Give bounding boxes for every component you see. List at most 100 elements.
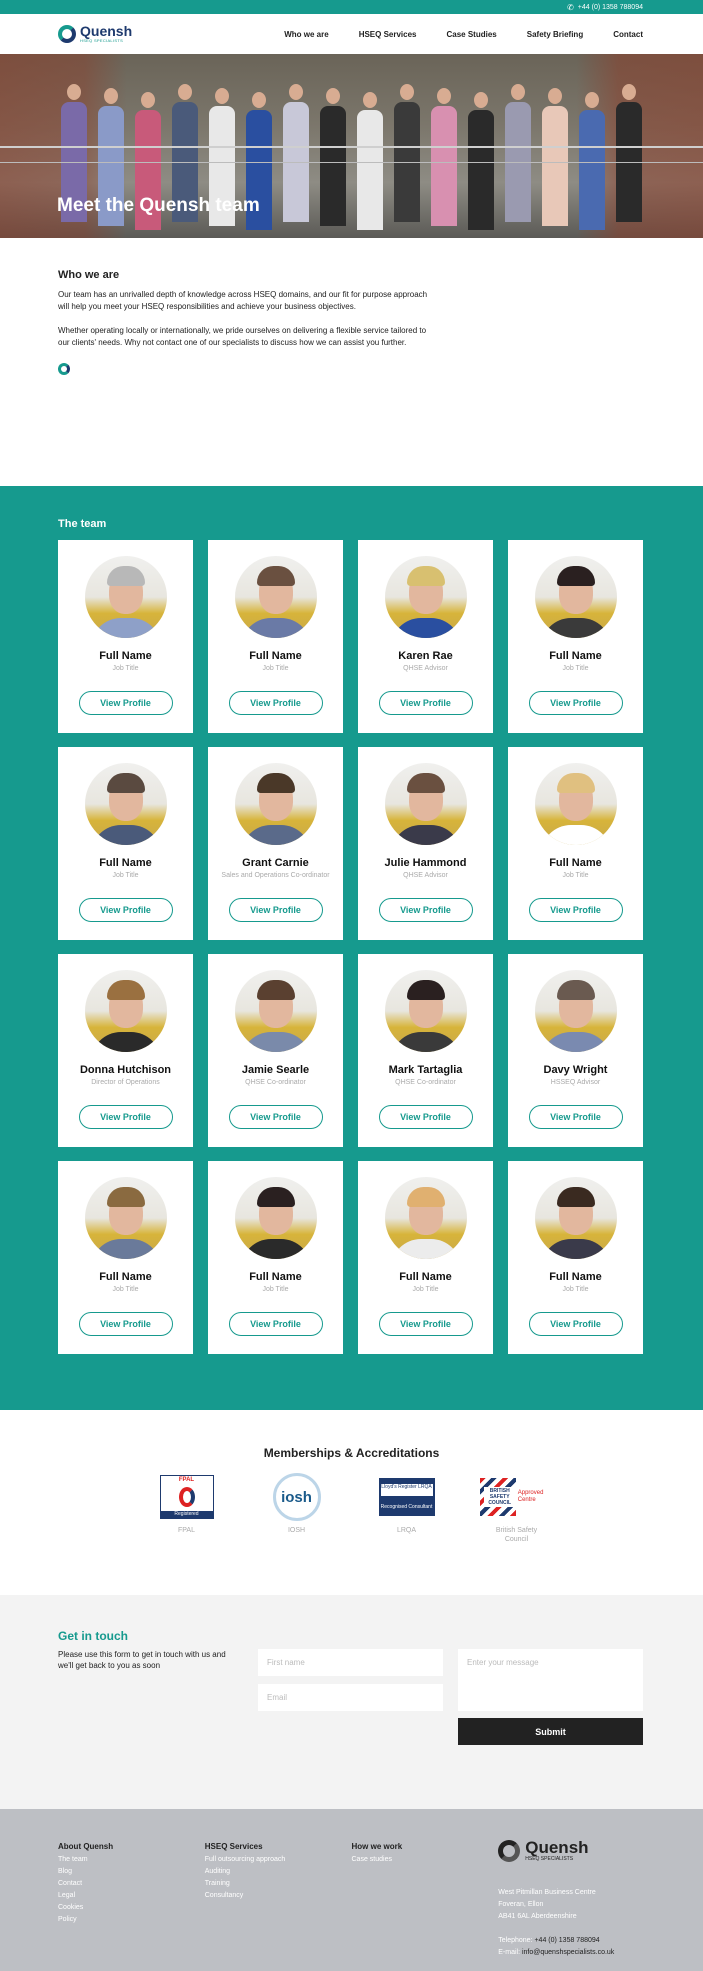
footer-services-heading: HSEQ Services [204, 1842, 263, 1851]
team-member-name: Full Name [249, 1271, 302, 1283]
view-profile-button[interactable]: View Profile [78, 1105, 173, 1129]
address-line: Foveran, Ellon [498, 1901, 544, 1908]
accreditation-label: FPAL [178, 1527, 195, 1534]
team-member-name: Full Name [549, 1271, 602, 1283]
team-member-photo [534, 1177, 617, 1259]
team-member-photo [234, 556, 317, 638]
first-name-input[interactable]: First name [258, 1649, 443, 1676]
submit-button[interactable]: Submit [458, 1718, 643, 1745]
bsc-logo: BRITISH SAFETY COUNCIL Approved Centre [479, 1477, 554, 1517]
accreditation-bsc: BRITISH SAFETY COUNCIL Approved Centre B… [479, 1474, 547, 1544]
view-profile-button[interactable]: View Profile [378, 898, 473, 922]
nav-hseq-services[interactable]: HSEQ Services [359, 30, 417, 39]
team-member-card: Donna Hutchison Director of Operations Vie… [58, 954, 193, 1147]
team-photo-person [467, 92, 495, 230]
team-member-card: Full Name Job Title View Profile [58, 540, 193, 733]
team-member-name: Davy Wright [543, 1064, 608, 1076]
team-member-name: Full Name [99, 650, 152, 662]
footer-link-policy[interactable]: Policy [58, 1914, 205, 1926]
team-member-photo [234, 763, 317, 845]
view-profile-button[interactable]: View Profile [528, 898, 623, 922]
fpal-logo: FPAL Registered [159, 1475, 214, 1519]
nav-case-studies[interactable]: Case Studies [447, 30, 497, 39]
view-profile-button[interactable]: View Profile [228, 898, 323, 922]
team-member-card: Davy Wright HSSEQ Advisor View Profile [508, 954, 643, 1147]
view-profile-button[interactable]: View Profile [378, 691, 473, 715]
footer-link-outsourcing[interactable]: Full outsourcing approach [205, 1854, 352, 1866]
view-profile-button[interactable]: View Profile [228, 691, 323, 715]
accreditation-label: LRQA [396, 1527, 417, 1534]
email-address[interactable]: info@quenshspecialists.co.uk [522, 1949, 614, 1956]
footer-link-the-team[interactable]: The team [58, 1854, 205, 1866]
accreditation-label: British Safety Council [495, 1527, 538, 1543]
hero-title: Meet the Quensh team [57, 195, 260, 216]
view-profile-button[interactable]: View Profile [228, 1312, 323, 1336]
team-member-title: Job Title [562, 872, 589, 879]
team-photo-person [578, 92, 606, 230]
lrqa-logo-text: Lloyd's Register LRQA [380, 1484, 433, 1496]
view-profile-button[interactable]: View Profile [378, 1105, 473, 1129]
footer-link-training[interactable]: Training [205, 1878, 352, 1890]
view-profile-button[interactable]: View Profile [78, 898, 173, 922]
memberships-heading: Memberships & Accreditations [263, 1446, 440, 1460]
footer-company: Quensh HSEQ SPECIALISTS West Pitmillan B… [498, 1839, 645, 1971]
nav-who-we-are[interactable]: Who we are [284, 30, 328, 39]
footer-link-cookies[interactable]: Cookies [58, 1902, 205, 1914]
team-member-card: Full Name Job Title View Profile [208, 540, 343, 733]
nav-safety-briefing[interactable]: Safety Briefing [527, 30, 583, 39]
team-member-card: Mark Tartaglia QHSE Co-ordinator View Prof… [358, 954, 493, 1147]
fpal-logo-text: FPAL [178, 1477, 195, 1483]
footer-link-contact[interactable]: Contact [58, 1878, 205, 1890]
message-textarea[interactable]: Enter your message [458, 1649, 643, 1711]
team-member-title: Job Title [562, 665, 589, 672]
email-label: E-mail: [498, 1949, 521, 1956]
view-profile-button[interactable]: View Profile [528, 1105, 623, 1129]
team-member-photo [534, 556, 617, 638]
team-member-title: Sales and Operations Co-ordinator [221, 872, 330, 879]
top-phone[interactable]: +44 (0) 1358 788094 [578, 4, 643, 11]
logo-mark-icon [58, 25, 76, 43]
address-line: AB41 6AL Aberdeenshire [498, 1913, 577, 1920]
footer-link-legal[interactable]: Legal [58, 1890, 205, 1902]
team-photo-person [282, 84, 310, 230]
nav-contact[interactable]: Contact [613, 30, 643, 39]
team-member-name: Full Name [99, 857, 152, 869]
site-logo[interactable]: Quensh HSEQ SPECIALISTS [58, 24, 132, 43]
footer-contact-details: Telephone: +44 (0) 1358 788094 E-mail: i… [498, 1935, 645, 1959]
address-line: West Pitmillan Business Centre [498, 1889, 596, 1896]
team-photo-person [541, 88, 569, 230]
team-member-name: Grant Carnie [242, 857, 309, 869]
team-photo-person [319, 88, 347, 230]
view-profile-button[interactable]: View Profile [78, 1312, 173, 1336]
footer-link-case-studies[interactable]: Case studies [352, 1854, 499, 1866]
team-photo-person [504, 84, 532, 230]
team-member-card: Jamie Searle QHSE Co-ordinator View Profil… [208, 954, 343, 1147]
balcony-rail [0, 146, 703, 148]
team-member-photo [84, 763, 167, 845]
email-input[interactable]: Email [258, 1684, 443, 1711]
team-member-card: Karen Rae QHSE Advisor View Profile [358, 540, 493, 733]
view-profile-button[interactable]: View Profile [528, 691, 623, 715]
view-profile-button[interactable]: View Profile [378, 1312, 473, 1336]
telephone-number[interactable]: +44 (0) 1358 788094 [534, 1937, 599, 1944]
footer-link-consultancy[interactable]: Consultancy [205, 1890, 352, 1902]
contact-intro: Please use this form to get in touch wit… [58, 1650, 226, 1670]
team-member-photo [84, 556, 167, 638]
team-member-photo [234, 970, 317, 1052]
team-member-name: Julie Hammond [384, 857, 467, 869]
team-member-card: Full Name Job Title View Profile [58, 747, 193, 940]
footer-how-we-work: How we work Case studies [352, 1842, 499, 1971]
view-profile-button[interactable]: View Profile [228, 1105, 323, 1129]
team-member-name: Full Name [99, 1271, 152, 1283]
footer-link-auditing[interactable]: Auditing [205, 1866, 352, 1878]
team-member-title: QHSE Co-ordinator [395, 1079, 456, 1086]
team-member-photo [384, 970, 467, 1052]
bsc-approved-text: Approved Centre [517, 1490, 544, 1503]
footer-link-blog[interactable]: Blog [58, 1866, 205, 1878]
footer-about: About Quensh The team Blog Contact Legal… [58, 1842, 205, 1971]
fpal-swirl-icon [178, 1487, 195, 1507]
footer-about-heading: About Quensh [58, 1842, 114, 1851]
view-profile-button[interactable]: View Profile [78, 691, 173, 715]
view-profile-button[interactable]: View Profile [528, 1312, 623, 1336]
footer-logo[interactable]: Quensh HSEQ SPECIALISTS [498, 1839, 645, 1862]
